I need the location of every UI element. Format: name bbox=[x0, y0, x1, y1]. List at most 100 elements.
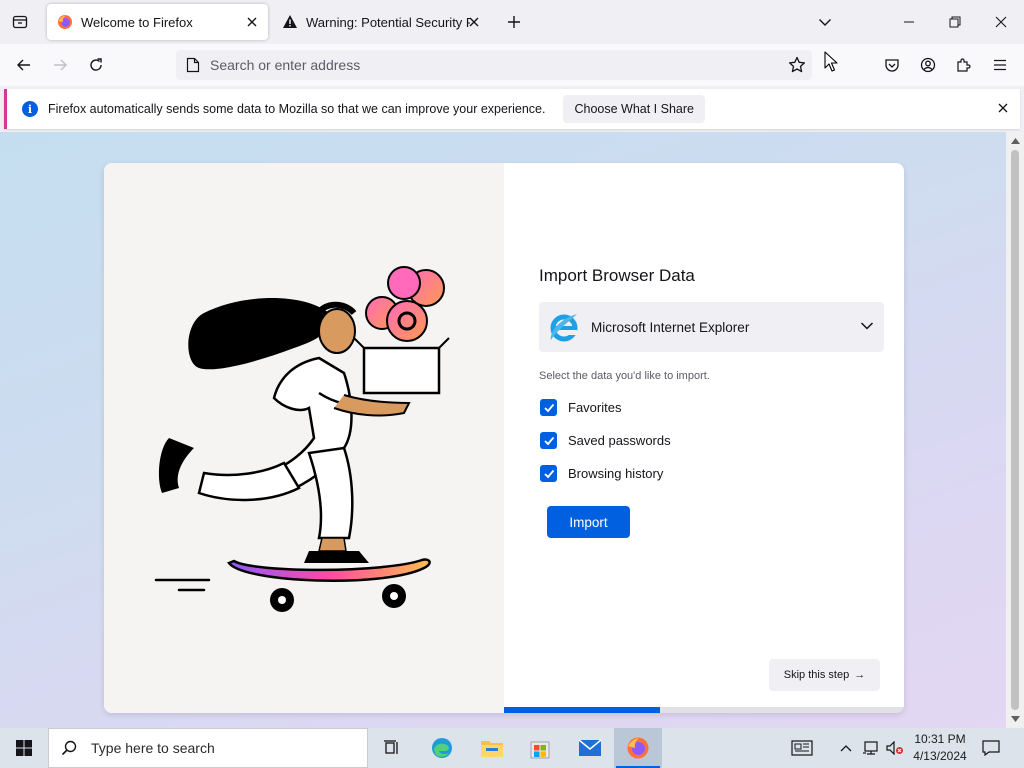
address-bar[interactable]: Search or enter address bbox=[176, 50, 812, 80]
vertical-scrollbar[interactable] bbox=[1006, 132, 1024, 728]
favorites-option[interactable]: Favorites bbox=[540, 399, 621, 416]
hamburger-icon bbox=[994, 59, 1006, 71]
mail-icon bbox=[578, 739, 602, 756]
network-icon bbox=[863, 741, 878, 755]
saved-passwords-checkbox[interactable] bbox=[540, 432, 557, 449]
checkmark-icon bbox=[543, 469, 554, 478]
favorites-checkbox[interactable] bbox=[540, 399, 557, 416]
volume-button[interactable] bbox=[884, 728, 906, 768]
notification-message: Firefox automatically sends some data to… bbox=[48, 102, 546, 116]
minimize-button[interactable] bbox=[886, 0, 932, 44]
skip-label: Skip this step bbox=[783, 669, 850, 681]
tab-welcome[interactable]: Welcome to Firefox bbox=[47, 4, 268, 40]
scroll-down-icon[interactable] bbox=[1010, 714, 1020, 724]
illustration-panel bbox=[104, 163, 504, 713]
browsing-history-checkbox[interactable] bbox=[540, 465, 557, 482]
mouse-cursor bbox=[824, 51, 838, 72]
puzzle-icon bbox=[957, 58, 971, 72]
app-menu-button[interactable] bbox=[984, 49, 1016, 81]
tab-bar: Welcome to Firefox Warning: Potential Se… bbox=[0, 0, 1024, 44]
forward-arrow-icon bbox=[54, 59, 67, 71]
data-reporting-notification: i Firefox automatically sends some data … bbox=[4, 89, 1020, 129]
restore-icon bbox=[949, 16, 961, 28]
choose-what-i-share-button[interactable]: Choose What I Share bbox=[563, 95, 705, 123]
store-icon bbox=[530, 741, 550, 759]
tab-close-icon[interactable] bbox=[466, 14, 482, 30]
system-clock[interactable]: 10:31 PM 4/13/2024 bbox=[904, 731, 976, 765]
progress-fill bbox=[504, 707, 660, 713]
volume-muted-icon bbox=[886, 741, 903, 755]
news-widget-button[interactable] bbox=[784, 728, 820, 768]
network-button[interactable] bbox=[860, 728, 882, 768]
saved-passwords-option[interactable]: Saved passwords bbox=[540, 432, 671, 449]
close-icon[interactable] bbox=[998, 101, 1008, 116]
windows-logo-icon bbox=[16, 740, 32, 756]
plus-icon bbox=[508, 16, 520, 28]
import-card: Import Browser Data Microsoft Internet E… bbox=[104, 163, 904, 713]
extensions-button[interactable] bbox=[948, 49, 980, 81]
notification-center-icon bbox=[982, 740, 1000, 756]
import-title: Import Browser Data bbox=[539, 266, 695, 285]
import-button[interactable]: Import bbox=[547, 506, 630, 538]
browsing-history-option[interactable]: Browsing history bbox=[540, 465, 663, 482]
star-icon[interactable] bbox=[788, 56, 806, 77]
forward-button[interactable] bbox=[44, 49, 76, 81]
pocket-button[interactable] bbox=[876, 49, 908, 81]
show-hidden-icons-button[interactable] bbox=[836, 728, 856, 768]
chevron-up-icon bbox=[840, 745, 852, 752]
back-button[interactable] bbox=[8, 49, 40, 81]
selected-browser-label: Microsoft Internet Explorer bbox=[591, 319, 750, 335]
checkmark-icon bbox=[543, 436, 554, 445]
tab-label: Warning: Potential Security Risk Ahead bbox=[306, 14, 470, 30]
search-icon bbox=[61, 740, 77, 756]
saved-passwords-label: Saved passwords bbox=[568, 433, 671, 448]
windows-taskbar: Type here to search 10:31 PM 4/13/2024 bbox=[0, 728, 1024, 768]
right-arrow-icon: → bbox=[854, 669, 866, 681]
firefox-taskbar-button[interactable] bbox=[614, 728, 662, 768]
info-icon: i bbox=[22, 101, 38, 117]
start-button[interactable] bbox=[0, 728, 48, 768]
firefox-icon bbox=[627, 737, 649, 759]
firefox-view-icon bbox=[12, 15, 28, 29]
list-all-tabs-button[interactable] bbox=[809, 6, 841, 38]
close-icon bbox=[995, 16, 1007, 28]
task-view-button[interactable] bbox=[368, 728, 416, 768]
address-placeholder: Search or enter address bbox=[210, 57, 361, 73]
clock-date: 4/13/2024 bbox=[913, 749, 967, 763]
taskbar-search-box[interactable]: Type here to search bbox=[48, 728, 368, 768]
tab-close-icon[interactable] bbox=[244, 14, 260, 30]
chevron-down-icon bbox=[860, 319, 874, 336]
new-tab-button[interactable] bbox=[498, 6, 530, 38]
close-window-button[interactable] bbox=[978, 0, 1024, 44]
edge-taskbar-button[interactable] bbox=[418, 728, 466, 768]
file-explorer-taskbar-button[interactable] bbox=[468, 728, 516, 768]
skateboarder-illustration bbox=[154, 266, 450, 612]
checkmark-icon bbox=[543, 403, 554, 412]
restore-button[interactable] bbox=[932, 0, 978, 44]
store-taskbar-button[interactable] bbox=[516, 728, 564, 768]
chevron-down-icon bbox=[819, 19, 831, 26]
warning-icon bbox=[283, 15, 297, 28]
tab-security-warning[interactable]: Warning: Potential Security Risk Ahead bbox=[272, 4, 490, 40]
minimize-icon bbox=[904, 21, 914, 23]
firefox-view-button[interactable] bbox=[4, 6, 36, 38]
browser-select-dropdown[interactable]: Microsoft Internet Explorer bbox=[539, 302, 884, 352]
reload-icon bbox=[90, 58, 102, 71]
scroll-up-icon[interactable] bbox=[1010, 136, 1020, 146]
firefox-logo-icon bbox=[58, 15, 72, 29]
account-icon bbox=[920, 57, 936, 73]
notifications-button[interactable] bbox=[976, 728, 1006, 768]
task-view-icon bbox=[384, 740, 398, 754]
scrollbar-thumb[interactable] bbox=[1011, 150, 1019, 710]
news-icon bbox=[791, 740, 813, 756]
edge-icon bbox=[432, 738, 452, 758]
page-icon bbox=[185, 57, 201, 73]
tab-label: Welcome to Firefox bbox=[81, 14, 193, 30]
back-arrow-icon bbox=[17, 59, 30, 71]
reload-button[interactable] bbox=[80, 49, 112, 81]
browsing-history-label: Browsing history bbox=[568, 466, 664, 481]
internet-explorer-icon bbox=[550, 314, 578, 342]
account-button[interactable] bbox=[912, 49, 944, 81]
skip-this-step-button[interactable]: Skip this step → bbox=[769, 659, 880, 691]
mail-taskbar-button[interactable] bbox=[566, 728, 614, 768]
